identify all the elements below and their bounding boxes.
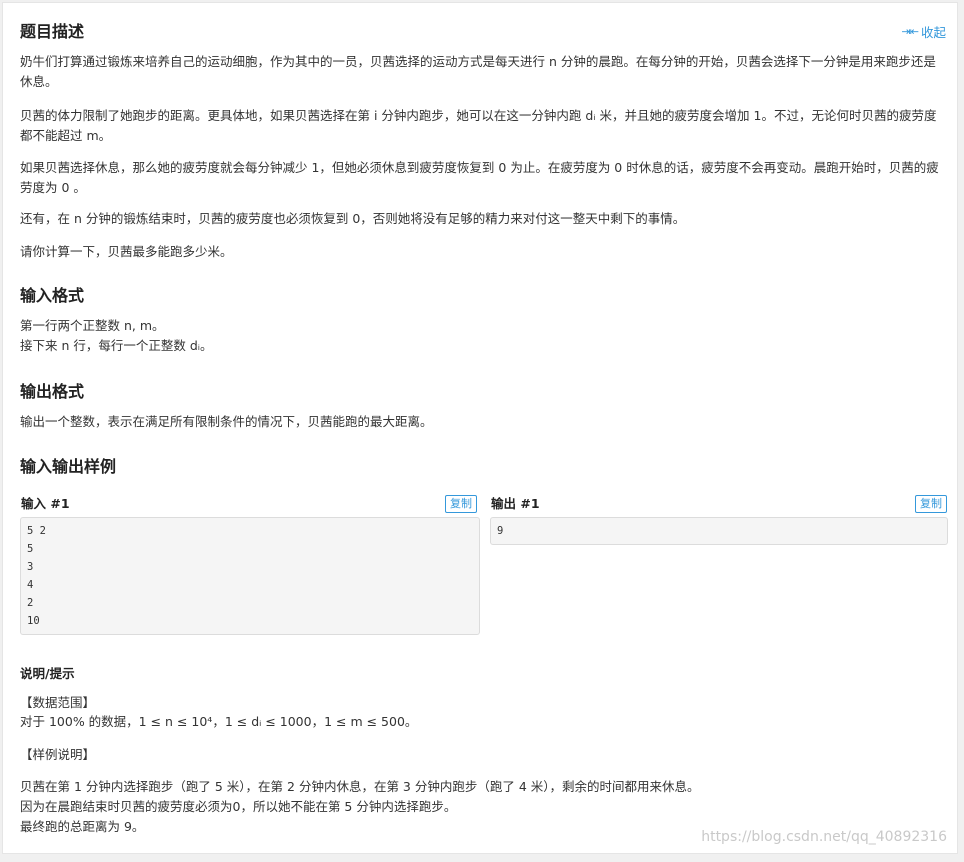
description-p5: 请你计算一下，贝茜最多能跑多少米。 (20, 244, 233, 259)
copy-output-button[interactable]: 复制 (915, 495, 947, 513)
input-format-title: 输入格式 (20, 286, 85, 305)
sample-input-label: 输入 #1 (21, 496, 70, 511)
copy-input-button[interactable]: 复制 (445, 495, 477, 513)
hint-example-head: 【样例说明】 (20, 747, 96, 762)
hint-range-text: 对于 100% 的数据，1 ≤ n ≤ 10⁴，1 ≤ dᵢ ≤ 1000，1 … (20, 714, 418, 729)
description-p2: 贝茜的体力限制了她跑步的距离。更具体地，如果贝茜选择在第 i 分钟内跑步，她可以… (20, 108, 937, 143)
problem-card: 题目描述 奶牛们打算通过锻炼来培养自己的运动细胞，作为其中的一员，贝茜选择的运动… (2, 2, 958, 854)
description-title: 题目描述 (20, 22, 85, 41)
sample-input-line: 2 (27, 597, 34, 609)
sample-input-line: 5 2 (27, 525, 46, 537)
output-format-title: 输出格式 (20, 382, 85, 401)
sample-output-line: 9 (497, 525, 504, 537)
description-p3: 如果贝茜选择休息，那么她的疲劳度就会每分钟减少 1，但她必须休息到疲劳度恢复到 … (20, 160, 939, 195)
sample-input-line: 5 (27, 543, 34, 555)
watermark: https://blog.csdn.net/qq_40892316 (701, 829, 947, 845)
collapse-button[interactable]: ⇥⇤ 收起 (902, 22, 946, 41)
samples-title: 输入输出样例 (20, 457, 117, 476)
sample-input-box: 5 2 5 3 4 2 10 (20, 517, 480, 635)
sample-output-label: 输出 #1 (491, 496, 540, 511)
description-p1: 奶牛们打算通过锻炼来培养自己的运动细胞，作为其中的一员，贝茜选择的运动方式是每天… (20, 54, 936, 89)
output-format-line1: 输出一个整数，表示在满足所有限制条件的情况下，贝茜能跑的最大距离。 (20, 414, 433, 429)
input-format-line2: 接下来 n 行，每行一个正整数 dᵢ。 (20, 338, 213, 353)
hint-example-line2: 因为在晨跑结束时贝茜的疲劳度必须为0，所以她不能在第 5 分钟内选择跑步。 (20, 799, 457, 814)
hint-range-head: 【数据范围】 (20, 695, 96, 710)
sample-input-line: 3 (27, 561, 34, 573)
sample-input-line: 4 (27, 579, 34, 591)
input-format-line1: 第一行两个正整数 n, m。 (20, 318, 165, 333)
collapse-arrows-icon: ⇥⇤ (901, 25, 919, 38)
collapse-label: 收起 (920, 25, 946, 40)
hint-example-line1: 贝茜在第 1 分钟内选择跑步（跑了 5 米），在第 2 分钟内休息，在第 3 分… (20, 779, 700, 794)
hint-title: 说明/提示 (20, 666, 75, 681)
sample-output-box: 9 (490, 517, 948, 545)
description-p4: 还有，在 n 分钟的锻炼结束时，贝茜的疲劳度也必须恢复到 0，否则她将没有足够的… (20, 211, 686, 226)
sample-input-line: 10 (27, 615, 40, 627)
